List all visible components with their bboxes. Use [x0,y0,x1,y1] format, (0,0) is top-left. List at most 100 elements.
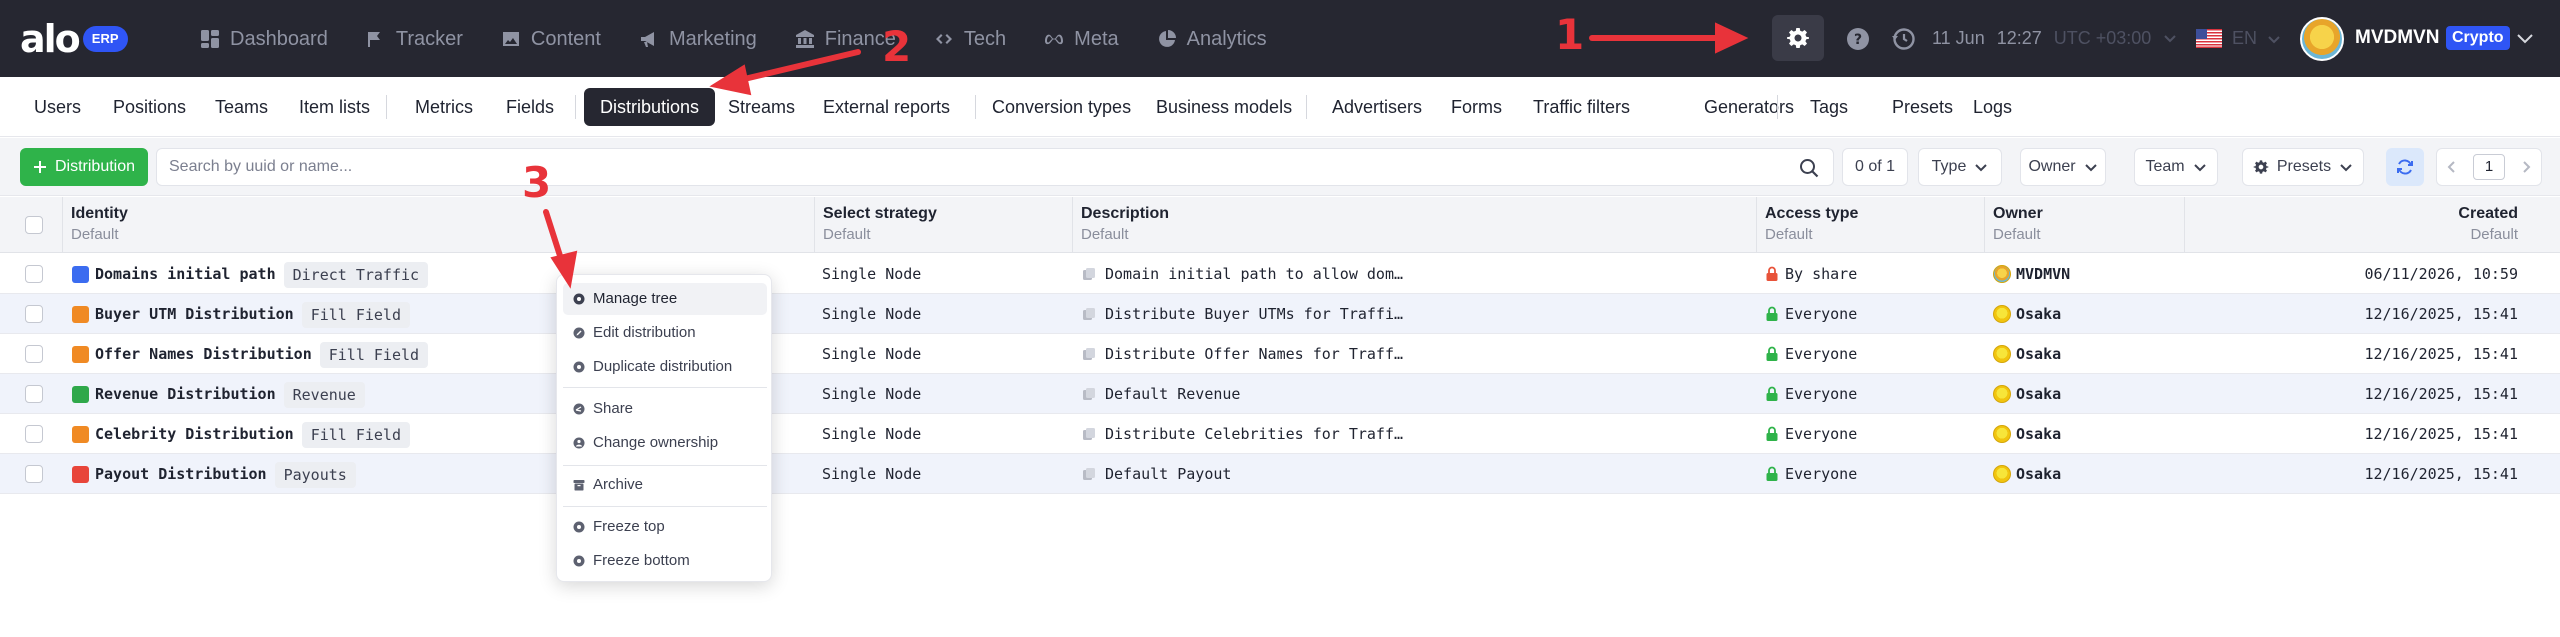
table-row[interactable]: Offer Names Distribution Fill Field Single… [0,334,2560,374]
refresh-button[interactable] [2386,148,2424,186]
owner-cell[interactable]: Osaka [2016,334,2061,374]
row-checkbox[interactable] [25,385,43,403]
page-number[interactable]: 1 [2473,154,2505,180]
column-created[interactable]: Created Default [2184,197,2526,253]
description-cell: Domain initial path to allow dom… [1105,265,1404,283]
pagination: 1 [2436,148,2542,186]
subnav-external-reports[interactable]: External reports [807,88,966,126]
subnav-tags[interactable]: Tags [1794,88,1864,126]
search-icon[interactable] [1799,158,1819,178]
column-select-strategy[interactable]: Select strategy Default [814,197,1070,253]
copy-icon[interactable] [1082,387,1096,401]
team-filter[interactable]: Team [2134,148,2218,186]
select-all-checkbox[interactable] [25,216,43,234]
avatar[interactable] [2300,17,2344,61]
identity-cell[interactable]: Payout Distribution Payouts [95,454,356,494]
menu-freeze-bottom[interactable]: Freeze bottom [563,545,767,577]
row-checkbox[interactable] [25,265,43,283]
table-row[interactable]: Buyer UTM Distribution Fill Field Single N… [0,294,2560,334]
owner-filter[interactable]: Owner [2020,148,2106,186]
subnav-generators[interactable]: Generators [1688,88,1810,126]
owner-cell[interactable]: MVDMVN [2016,254,2070,294]
context-menu: Manage tree Edit distribution Duplicate … [556,274,772,582]
owner-cell[interactable]: Osaka [2016,454,2061,494]
subnav-item-lists[interactable]: Item lists [283,88,386,126]
row-checkbox[interactable] [25,425,43,443]
settings-button[interactable] [1772,15,1824,61]
copy-icon[interactable] [1082,307,1096,321]
nav-finance[interactable]: Finance [795,22,896,56]
type-filter[interactable]: Type [1918,148,2002,186]
subnav-fields[interactable]: Fields [490,88,570,126]
menu-manage-tree[interactable]: Manage tree [563,283,767,315]
menu-label: Archive [593,476,644,493]
subnav-traffic-filters[interactable]: Traffic filters [1517,88,1646,126]
us-flag-icon[interactable] [2196,29,2222,48]
subnav-business-models[interactable]: Business models [1140,88,1308,126]
identity-cell[interactable]: Domains initial path Direct Traffic [95,254,429,294]
owner-cell[interactable]: Osaka [2016,414,2061,454]
user-name[interactable]: MVDMVN [2355,27,2439,49]
owner-cell[interactable]: Osaka [2016,294,2061,334]
copy-icon[interactable] [1082,427,1096,441]
column-owner[interactable]: Owner Default [1984,197,2182,253]
subnav-forms[interactable]: Forms [1435,88,1518,126]
column-access-type[interactable]: Access type Default [1756,197,1982,253]
nav-meta[interactable]: Meta [1044,22,1119,56]
table-row[interactable]: Revenue Distribution Revenue Single Node De… [0,374,2560,414]
subnav-advertisers[interactable]: Advertisers [1316,88,1438,126]
column-identity[interactable]: Identity Default [62,197,812,253]
search-input[interactable] [169,149,1769,185]
menu-share[interactable]: Share [563,393,767,425]
menu-edit-distribution[interactable]: Edit distribution [563,317,767,349]
subnav-streams[interactable]: Streams [712,88,811,126]
copy-icon[interactable] [1082,347,1096,361]
table-row[interactable]: Celebrity Distribution Fill Field Single N… [0,414,2560,454]
subnav-users[interactable]: Users [18,88,97,126]
row-checkbox[interactable] [25,305,43,323]
subnav-positions[interactable]: Positions [97,88,202,126]
subnav-metrics[interactable]: Metrics [399,88,489,126]
owner-cell[interactable]: Osaka [2016,374,2061,414]
nav-content[interactable]: Content [501,22,601,56]
menu-archive[interactable]: Archive [563,469,767,501]
history-icon[interactable] [1890,26,1916,52]
menu-duplicate-distribution[interactable]: Duplicate distribution [563,351,767,383]
menu-change-ownership[interactable]: Change ownership [563,427,767,459]
identity-cell[interactable]: Celebrity Distribution Fill Field [95,414,410,454]
identity-cell[interactable]: Offer Names Distribution Fill Field [95,334,429,374]
subnav-logs[interactable]: Logs [1957,88,2028,126]
subnav-divider [575,95,576,119]
column-description[interactable]: Description Default [1072,197,1754,253]
chevron-right-icon[interactable] [2521,160,2533,174]
identity-cell[interactable]: Buyer UTM Distribution Fill Field [95,294,410,334]
nav-tracker[interactable]: Tracker [366,22,463,56]
nav-dashboard[interactable]: Dashboard [200,22,328,56]
table-row[interactable]: Domains initial path Direct Traffic Single… [0,254,2560,294]
presets-dropdown[interactable]: Presets [2242,148,2364,186]
copy-icon[interactable] [1082,467,1096,481]
nav-analytics[interactable]: Analytics [1157,22,1267,56]
row-checkbox[interactable] [25,465,43,483]
nav-tech[interactable]: Tech [934,22,1006,56]
datetime-selector[interactable]: 11 Jun 12:27 UTC +03:00 [1932,28,2177,49]
identity-cell[interactable]: Revenue Distribution Revenue [95,374,365,414]
row-checkbox[interactable] [25,345,43,363]
nav-marketing[interactable]: Marketing [639,22,757,56]
help-icon[interactable]: ? [1846,27,1870,51]
subnav-conversion-types[interactable]: Conversion types [976,88,1147,126]
annotation-1: 1 [1555,10,1585,59]
menu-freeze-top[interactable]: Freeze top [563,511,767,543]
table-row[interactable]: Payout Distribution Payouts Single Node Def… [0,454,2560,494]
logo[interactable]: alo ERP [20,20,128,58]
subnav-teams[interactable]: Teams [199,88,284,126]
language-selector[interactable]: EN [2232,28,2281,49]
subnav-presets[interactable]: Presets [1876,88,1969,126]
chevron-down-icon [1975,164,1988,172]
copy-icon[interactable] [1082,267,1096,281]
subnav-distributions[interactable]: Distributions [584,88,716,126]
add-distribution-button[interactable]: Distribution [20,148,148,186]
chevron-down-icon[interactable] [2516,31,2534,45]
chevron-left-icon[interactable] [2445,160,2457,174]
dashboard-icon [201,30,219,48]
